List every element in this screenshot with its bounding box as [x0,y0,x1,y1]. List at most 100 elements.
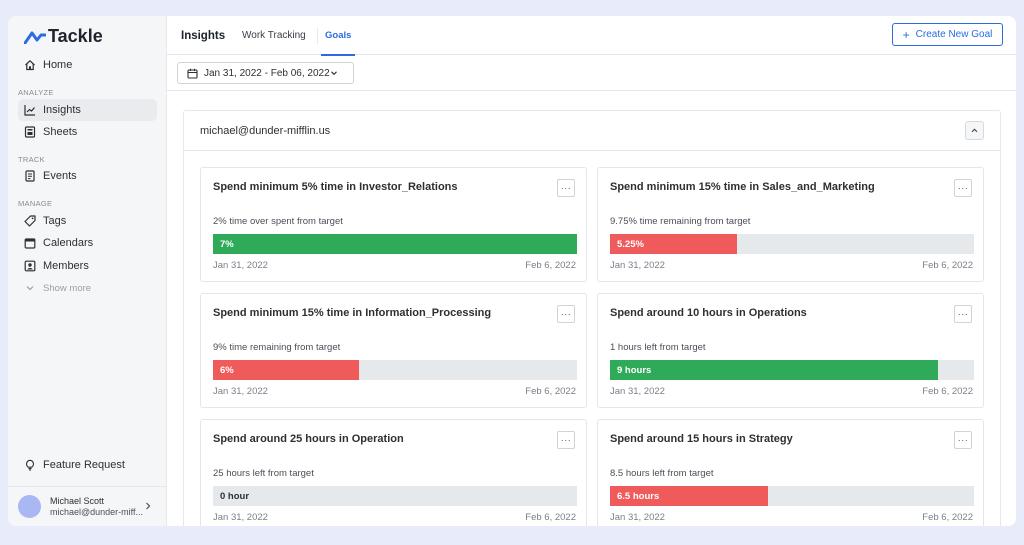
date-range-picker[interactable]: Jan 31, 2022 - Feb 06, 2022 [177,62,354,84]
goal-card: Spend around 10 hours in Operations ··· 1 … [597,293,984,408]
top-bar: Insights Work Tracking Goals + Create Ne… [167,16,1016,56]
profile-text: Michael Scott michael@dunder-miff... [50,496,143,518]
sidebar-show-more[interactable]: Show more [18,277,157,299]
section-manage: MANAGE [18,199,53,208]
sidebar-item-members[interactable]: Members [18,255,157,277]
goal-progress-fill: 6.5 hours [610,486,768,506]
tackle-logo-icon [24,31,46,44]
chevron-right-icon [146,502,151,510]
avatar [18,495,41,518]
goal-menu-button[interactable]: ··· [557,305,575,323]
chevron-down-icon [26,286,34,291]
goal-card: Spend minimum 15% time in Information_Pr… [200,293,587,408]
logo: Tackle [24,26,103,47]
plus-icon: + [902,27,910,42]
sidebar-item-home[interactable]: Home [18,54,157,76]
panel-header: michael@dunder-mifflin.us [184,111,1000,151]
sidebar-item-label: Home [43,59,73,71]
sidebar-item-label: Tags [43,215,67,227]
sidebar-item-calendars[interactable]: Calendars [18,232,157,254]
sidebar-item-label: Sheets [43,126,78,138]
goal-title: Spend minimum 5% time in Investor_Relati… [213,181,458,193]
chevron-up-icon [971,128,978,133]
sidebar-item-label: Members [43,260,89,272]
chart-line-icon [24,105,35,116]
collapse-button[interactable] [965,121,984,140]
goal-progress-fill: 7% [213,234,577,254]
goal-menu-button[interactable]: ··· [954,305,972,323]
user-goals-panel: michael@dunder-mifflin.us Spend minimum … [183,110,1001,526]
sidebar: Tackle Home ANALYZE Insights Sheets TRAC… [8,16,167,526]
goal-status-text: 2% time over spent from target [213,216,343,227]
goal-menu-button[interactable]: ··· [557,431,575,449]
clipboard-icon [25,170,35,182]
goal-progress-fill: 5.25% [610,234,738,254]
goal-menu-button[interactable]: ··· [557,179,575,197]
date-range-text: Jan 31, 2022 - Feb 06, 2022 [204,67,330,79]
goal-end-date: Feb 6, 2022 [525,386,576,397]
goal-card: Spend around 25 hours in Operation ··· 25 … [200,419,587,526]
goal-menu-button[interactable]: ··· [954,431,972,449]
member-icon [24,260,36,272]
profile-name: Michael Scott [50,495,105,506]
goal-status-text: 8.5 hours left from target [610,468,714,479]
goal-start-date: Jan 31, 2022 [610,512,665,523]
goal-end-date: Feb 6, 2022 [525,260,576,271]
goal-progress-bar: 0 hour [213,486,577,506]
goal-card: Spend minimum 5% time in Investor_Relati… [200,167,587,282]
goal-progress-fill: 6% [213,360,359,380]
sidebar-item-events[interactable]: Events [18,165,157,187]
sidebar-item-label: Show more [43,282,92,294]
goal-status-text: 25 hours left from target [213,468,314,479]
goal-progress-fill: 9 hours [610,360,938,380]
home-icon [25,59,35,71]
feature-request-link[interactable]: Feature Request [18,454,157,476]
main-area: Insights Work Tracking Goals + Create Ne… [167,16,1016,526]
tab-divider [317,28,318,44]
goal-status-text: 9% time remaining from target [213,342,341,353]
section-track: TRACK [18,155,45,164]
chevron-down-icon [331,71,337,76]
goal-progress-bar: 6.5 hours [610,486,974,506]
goal-title: Spend around 15 hours in Strategy [610,433,793,445]
goal-start-date: Jan 31, 2022 [610,260,665,271]
goal-progress-fill: 0 hour [220,490,250,502]
goal-card: Spend around 15 hours in Strategy ··· 8.5 … [597,419,984,526]
app-name: Tackle [48,26,103,46]
sidebar-item-label: Events [43,170,77,182]
page-title: Insights [181,29,226,42]
panel-user-email: michael@dunder-mifflin.us [200,125,331,137]
goal-title: Spend around 25 hours in Operation [213,433,404,445]
user-profile[interactable]: Michael Scott michael@dunder-miff... [8,486,167,526]
goal-end-date: Feb 6, 2022 [525,512,576,523]
goal-title: Spend minimum 15% time in Sales_and_Mark… [610,181,875,193]
goal-progress-bar: 9 hours [610,360,974,380]
sidebar-item-tags[interactable]: Tags [18,210,157,232]
goal-start-date: Jan 31, 2022 [213,386,268,397]
goals-content: michael@dunder-mifflin.us Spend minimum … [167,92,1016,526]
goal-menu-button[interactable]: ··· [954,179,972,197]
tab-work-tracking[interactable]: Work Tracking [242,16,306,55]
app-window: Tackle Home ANALYZE Insights Sheets TRAC… [8,16,1016,526]
sidebar-item-label: Insights [43,104,81,116]
tag-icon [24,215,36,227]
calendar-icon [187,68,198,79]
goal-status-text: 1 hours left from target [610,342,706,353]
goal-status-text: 9.75% time remaining from target [610,216,751,227]
profile-email: michael@dunder-miff... [50,506,144,517]
goal-card: Spend minimum 15% time in Sales_and_Mark… [597,167,984,282]
create-button-label: Create New Goal [915,29,993,40]
goal-progress-bar: 5.25% [610,234,974,254]
goal-progress-bar: 7% [213,234,577,254]
sidebar-item-insights[interactable]: Insights [18,99,157,121]
goal-start-date: Jan 31, 2022 [213,512,268,523]
sidebar-item-sheets[interactable]: Sheets [18,121,157,143]
sheet-icon [24,126,36,138]
sidebar-item-label: Feature Request [43,459,125,471]
lightbulb-icon [25,459,35,471]
goal-progress-bar: 6% [213,360,577,380]
goal-end-date: Feb 6, 2022 [922,386,973,397]
tab-goals[interactable]: Goals [320,16,356,56]
create-new-goal-button[interactable]: + Create New Goal [892,23,1003,46]
date-bar: Jan 31, 2022 - Feb 06, 2022 [167,55,1016,91]
